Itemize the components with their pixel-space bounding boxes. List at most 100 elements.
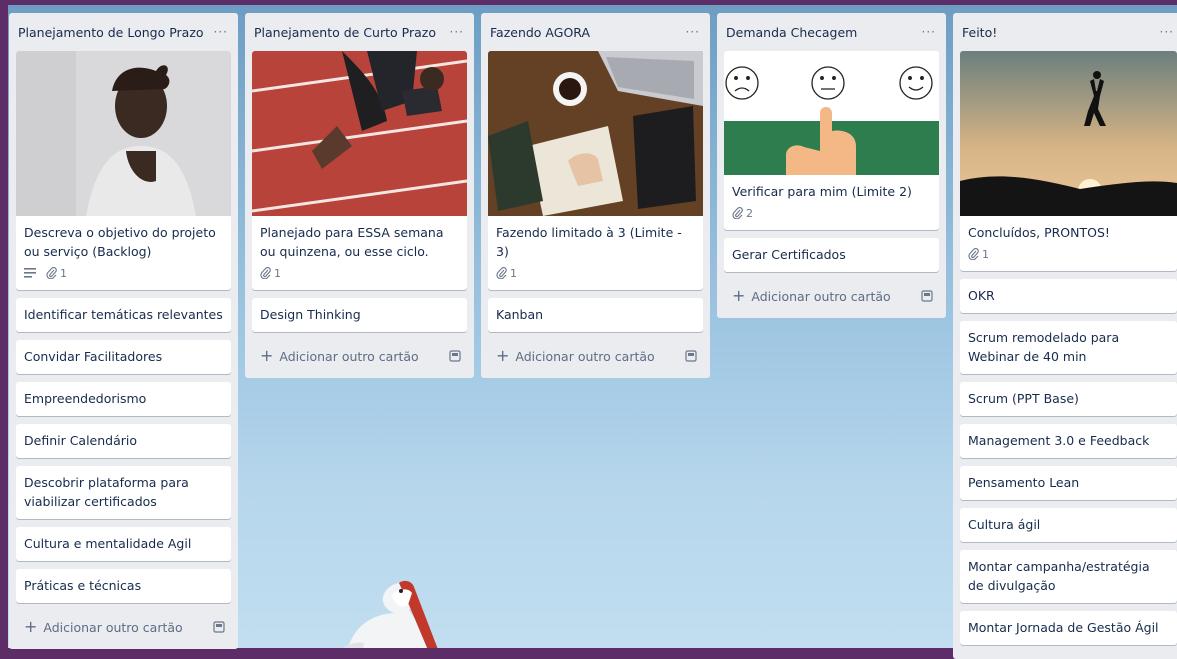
paperclip-icon: [260, 267, 271, 279]
list-header: Demanda Checagem ···: [724, 13, 939, 51]
card-title: Descreva o objetivo do projeto ou serviç…: [24, 225, 216, 259]
attachment-count: 1: [274, 266, 281, 280]
card[interactable]: Kanban: [488, 298, 703, 332]
add-card-button[interactable]: + Adicionar outro cartão: [724, 280, 939, 312]
card[interactable]: OKR: [960, 279, 1177, 313]
card[interactable]: Concluídos, PRONTOS! 1: [960, 51, 1177, 271]
card-cover-image: [16, 51, 231, 216]
ellipsis-icon[interactable]: ···: [686, 25, 700, 39]
card[interactable]: Convidar Facilitadores: [16, 340, 231, 374]
attachment-badge: 1: [968, 245, 989, 264]
card-title: Descobrir plataforma para viabilizar cer…: [24, 475, 189, 509]
card-template-icon[interactable]: [213, 621, 225, 633]
add-card-button[interactable]: + Adicionar outro cartão: [16, 611, 231, 643]
paperclip-icon: [46, 267, 57, 279]
list-title[interactable]: Planejamento de Longo Prazo: [18, 25, 204, 40]
attachment-count: 1: [982, 247, 989, 261]
list-done: Feito! ··· Concluídos, PRONTOS! 1 OKR Sc…: [953, 13, 1177, 659]
card[interactable]: Montar Jornada de Gestão Ágil: [960, 611, 1177, 645]
list-short-term-planning: Planejamento de Curto Prazo ··· Planejad…: [245, 13, 474, 378]
card-badges: 1: [260, 264, 459, 282]
card-template-icon[interactable]: [449, 350, 461, 362]
add-card-label: Adicionar outro cartão: [279, 348, 419, 364]
card[interactable]: Management 3.0 e Feedback: [960, 424, 1177, 458]
card[interactable]: Scrum remodelado para Webinar de 40 min: [960, 321, 1177, 374]
card-badges: 1: [968, 245, 1169, 263]
card-title: Concluídos, PRONTOS!: [968, 225, 1110, 240]
description-lines-icon: [24, 268, 36, 278]
add-card-label: Adicionar outro cartão: [515, 348, 655, 364]
list-doing-now: Fazendo AGORA ··· Fazendo limitado à 3 (…: [481, 13, 710, 378]
ellipsis-icon[interactable]: ···: [1160, 25, 1174, 39]
card-badges: 2: [732, 204, 931, 222]
plus-icon: +: [24, 617, 38, 636]
card-title: Kanban: [496, 307, 544, 322]
list-title[interactable]: Planejamento de Curto Prazo: [254, 25, 436, 40]
plus-icon: +: [496, 346, 510, 365]
add-card-button[interactable]: + Adicionar outro cartão: [488, 340, 703, 372]
attachment-badge: 2: [732, 204, 753, 223]
card[interactable]: Descobrir plataforma para viabilizar cer…: [16, 466, 231, 519]
list-header: Planejamento de Longo Prazo ···: [16, 13, 231, 51]
pelican-bird-image: [342, 580, 438, 648]
ellipsis-icon[interactable]: ···: [922, 25, 936, 39]
attachment-count: 2: [746, 206, 753, 220]
card-cover-image: [252, 51, 467, 216]
card[interactable]: Identificar temáticas relevantes: [16, 298, 231, 332]
list-title[interactable]: Demanda Checagem: [726, 25, 857, 40]
list-header: Fazendo AGORA ···: [488, 13, 703, 51]
card-title: Scrum (PPT Base): [968, 391, 1079, 406]
card[interactable]: Gerar Certificados: [724, 238, 939, 272]
card-title: Cultura ágil: [968, 517, 1041, 532]
card-title: Design Thinking: [260, 307, 361, 322]
card-title: OKR: [968, 288, 995, 303]
card-title: Convidar Facilitadores: [24, 349, 163, 364]
attachment-count: 1: [510, 266, 517, 280]
list-header: Feito! ···: [960, 13, 1177, 51]
card[interactable]: Cultura e mentalidade Agil: [16, 527, 231, 561]
card[interactable]: Verificar para mim (Limite 2) 2: [724, 51, 939, 230]
card[interactable]: Scrum (PPT Base): [960, 382, 1177, 416]
card-title: Identificar temáticas relevantes: [24, 307, 223, 322]
card-badges: 1: [496, 264, 695, 282]
card[interactable]: Práticas e técnicas: [16, 569, 231, 603]
plus-icon: +: [732, 286, 746, 305]
card-title: Planejado para ESSA semana ou quinzena, …: [260, 225, 444, 259]
card-title: Verificar para mim (Limite 2): [732, 184, 912, 199]
list-header: Planejamento de Curto Prazo ···: [252, 13, 467, 51]
list-review-demand: Demanda Checagem ··· Verificar para mim …: [717, 13, 946, 318]
card-cover-image: [724, 51, 939, 175]
attachment-badge: 1: [46, 264, 67, 283]
card-title: Cultura e mentalidade Agil: [24, 536, 192, 551]
card[interactable]: Fazendo limitado à 3 (Limite - 3) 1: [488, 51, 703, 290]
card-badges: 1: [24, 264, 223, 282]
add-card-button[interactable]: + Adicionar outro cartão: [252, 340, 467, 372]
card-title: Management 3.0 e Feedback: [968, 433, 1150, 448]
card-title: Definir Calendário: [24, 433, 138, 448]
add-card-label: Adicionar outro cartão: [43, 619, 183, 635]
card[interactable]: Empreendedorismo: [16, 382, 231, 416]
list-title[interactable]: Feito!: [962, 25, 997, 40]
paperclip-icon: [496, 267, 507, 279]
card[interactable]: Pensamento Lean: [960, 466, 1177, 500]
attachment-badge: 1: [260, 264, 281, 283]
card-template-icon[interactable]: [921, 290, 933, 302]
card[interactable]: Cultura ágil: [960, 508, 1177, 542]
card-cover-image: [960, 51, 1177, 216]
card-template-icon[interactable]: [685, 350, 697, 362]
card-title: Pensamento Lean: [968, 475, 1080, 490]
card[interactable]: Descreva o objetivo do projeto ou serviç…: [16, 51, 231, 290]
list-long-term-planning: Planejamento de Longo Prazo ··· Descreva…: [9, 13, 238, 649]
add-card-label: Adicionar outro cartão: [751, 288, 891, 304]
ellipsis-icon[interactable]: ···: [214, 25, 228, 39]
paperclip-icon: [968, 248, 979, 260]
card-title: Empreendedorismo: [24, 391, 147, 406]
card[interactable]: Design Thinking: [252, 298, 467, 332]
attachment-badge: 1: [496, 264, 517, 283]
card-title: Gerar Certificados: [732, 247, 846, 262]
list-title[interactable]: Fazendo AGORA: [490, 25, 590, 40]
card[interactable]: Definir Calendário: [16, 424, 231, 458]
card[interactable]: Planejado para ESSA semana ou quinzena, …: [252, 51, 467, 290]
card[interactable]: Montar campanha/estratégia de divulgação: [960, 550, 1177, 603]
ellipsis-icon[interactable]: ···: [450, 25, 464, 39]
